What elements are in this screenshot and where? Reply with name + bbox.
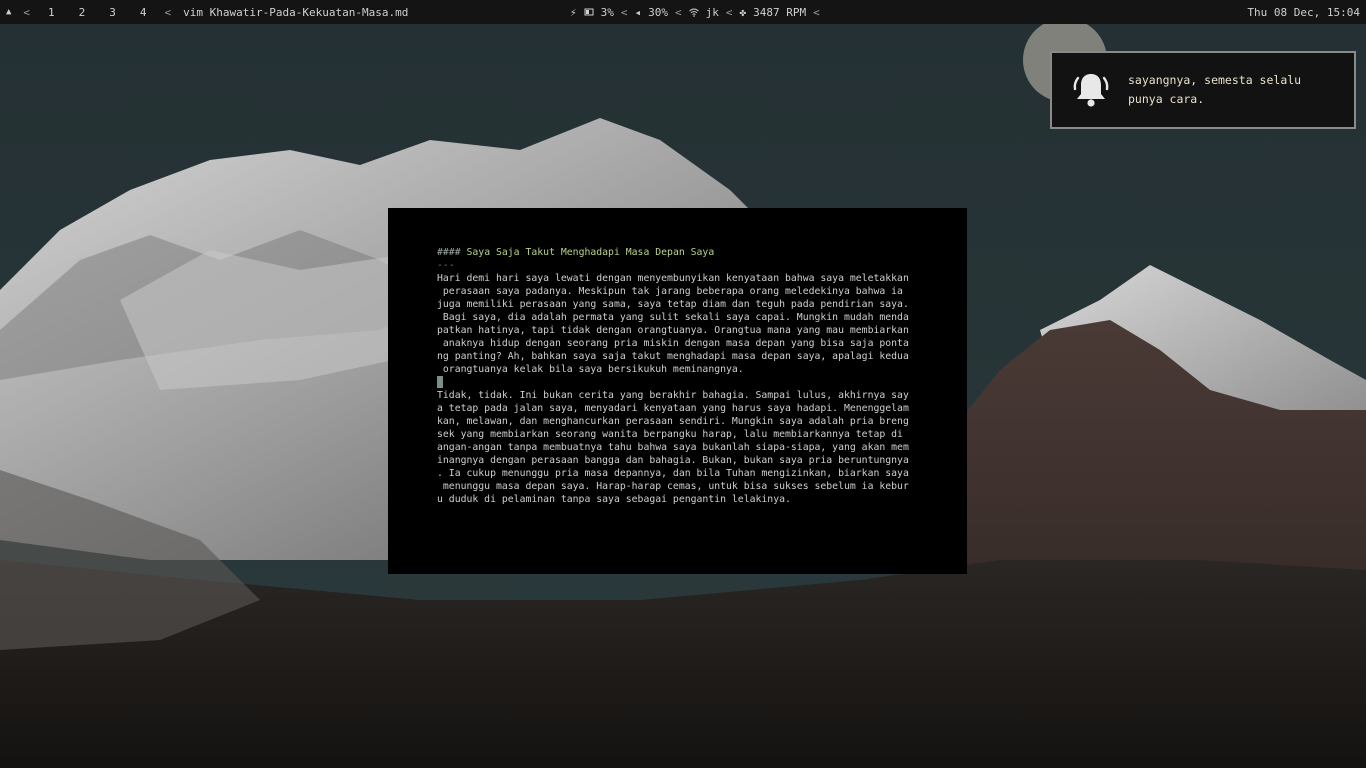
editor-buffer[interactable]: #### Saya Saja Takut Menghadapi Masa Dep… (437, 246, 921, 506)
horizontal-rule: --- (437, 260, 455, 271)
text-line: menunggu masa depan saya. Harap-harap ce… (437, 481, 909, 492)
brightness-icon (584, 8, 594, 16)
workspace-3[interactable]: 3 (103, 6, 122, 19)
cursor-line (437, 376, 921, 389)
volume-icon[interactable]: ◂ (635, 6, 642, 19)
separator: < (813, 5, 820, 19)
heading-marker: #### (437, 247, 461, 258)
text-line: Hari demi hari saya lewati dengan menyem… (437, 273, 909, 284)
fan-icon: ✤ (739, 5, 747, 19)
separator: < (675, 5, 682, 19)
heading-text: Saya Saja Takut Menghadapi Masa Depan Sa… (466, 247, 715, 258)
arch-logo-icon[interactable]: ▲ (6, 7, 11, 17)
text-cursor (437, 376, 443, 388)
text-line: Tidak, tidak. Ini bukan cerita yang bera… (437, 390, 909, 401)
text-line: juga memiliki perasaan yang sama, saya t… (437, 299, 909, 310)
text-line: kan, melawan, dan menghancurkan perasaan… (437, 416, 909, 427)
text-line: patkan hatinya, tapi tidak dengan orangt… (437, 325, 909, 336)
notification-line: punya cara. (1128, 92, 1205, 106)
paragraph-1: Hari demi hari saya lewati dengan menyem… (437, 272, 921, 376)
volume-value[interactable]: 30% (648, 6, 668, 19)
text-line: ng panting? Ah, bahkan saya saja takut m… (437, 351, 909, 362)
workspace-area: ▲ < 1 2 3 4 < vim Khawatir-Pada-Kekuatan… (6, 0, 408, 24)
text-line: angan-angan tanpa membuatnya tahu bahwa … (437, 442, 909, 453)
text-line: sek yang membiarkan seorang wanita berpa… (437, 429, 903, 440)
window-title: vim Khawatir-Pada-Kekuatan-Masa.md (183, 5, 409, 19)
terminal-window[interactable]: #### Saya Saja Takut Menghadapi Masa Dep… (388, 208, 967, 574)
text-line: . Ia cukup menunggu pria masa depannya, … (437, 468, 909, 479)
text-line: inangnya dengan perasaan bangga dan baha… (437, 455, 909, 466)
separator: < (164, 5, 172, 19)
top-status-bar: ▲ < 1 2 3 4 < vim Khawatir-Pada-Kekuatan… (0, 0, 1366, 24)
workspace-2[interactable]: 2 (73, 6, 92, 19)
clock-area: Thu 08 Dec, 15:04 (1247, 0, 1360, 24)
text-line: anaknya hidup dengan seorang pria miskin… (437, 338, 909, 349)
wifi-ssid[interactable]: jk (706, 6, 719, 19)
text-line: u duduk di pelaminan tanpa saya sebagai … (437, 494, 791, 505)
bell-icon (1073, 74, 1109, 107)
text-line: perasaan saya padanya. Meskipun tak jara… (437, 286, 903, 297)
lightning-icon: ⚡ (570, 5, 577, 19)
text-line: a tetap pada jalan saya, menyadari kenya… (437, 403, 909, 414)
separator: < (23, 5, 31, 19)
brightness-value: 3% (600, 5, 614, 19)
notification-text: sayangnya, semesta selalu punya cara. (1128, 71, 1340, 109)
notification-popup[interactable]: sayangnya, semesta selalu punya cara. (1050, 51, 1356, 129)
system-indicators: ⚡ 3% < ◂ 30% < jk < ✤ 3487 RPM < (570, 0, 820, 24)
notification-line: sayangnya, semesta selalu (1128, 73, 1302, 87)
workspace-1[interactable]: 1 (42, 6, 61, 19)
workspace-4[interactable]: 4 (134, 6, 153, 19)
text-line: Bagi saya, dia adalah permata yang sulit… (437, 312, 909, 323)
text-line: orangtuanya kelak bila saya bersikukuh m… (437, 364, 744, 375)
clock[interactable]: Thu 08 Dec, 15:04 (1247, 6, 1360, 19)
separator: < (725, 5, 733, 19)
fan-speed: 3487 RPM (753, 5, 807, 19)
wifi-icon[interactable] (688, 7, 699, 17)
paragraph-2: Tidak, tidak. Ini bukan cerita yang bera… (437, 389, 921, 506)
markdown-heading: #### Saya Saja Takut Menghadapi Masa Dep… (437, 246, 921, 259)
separator: < (620, 5, 628, 19)
